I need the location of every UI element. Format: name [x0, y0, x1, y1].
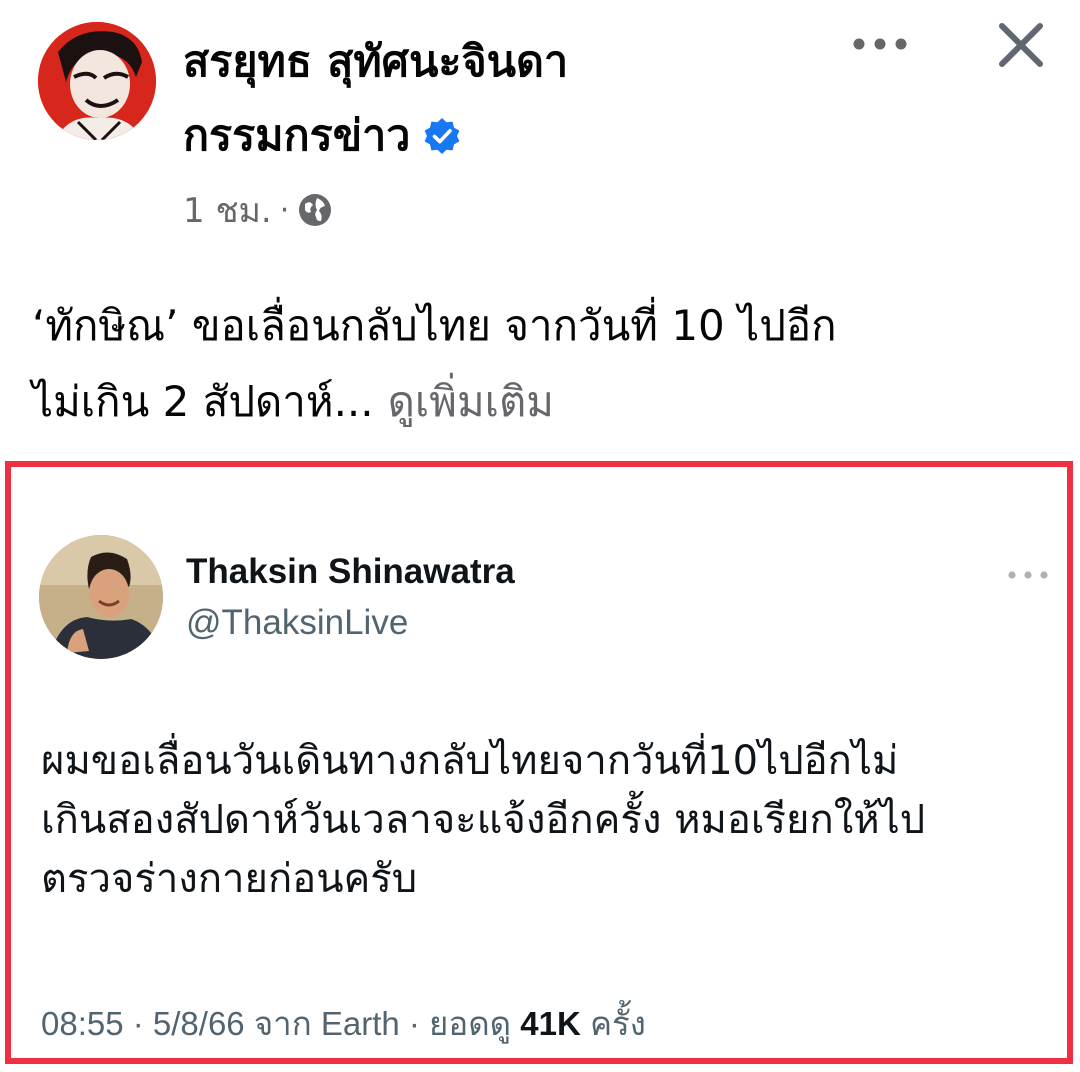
more-horizontal-icon — [853, 38, 907, 50]
tweet-avatar — [39, 535, 163, 659]
tweet-avatar-image — [39, 535, 163, 659]
tweet-footer: 08:55 · 5/8/66 จาก Earth · ยอดดู 41K ครั… — [41, 997, 646, 1050]
post-meta: 1 ชม. · — [183, 186, 333, 234]
close-icon — [999, 23, 1043, 67]
post-text-line: ไม่เกิน 2 สัปดาห์... ดูเพิ่มเติม — [32, 364, 1042, 440]
tweet-author-handle: @ThaksinLive — [186, 603, 409, 642]
tweet-text-line: ผมขอเลื่อนวันเดินทางกลับไทยจากวันที่10ไป… — [41, 738, 899, 784]
post-text-line: ‘ทักษิณ’ ขอเลื่อนกลับไทย จากวันที่ 10 ไป… — [32, 301, 837, 350]
see-more-link[interactable]: ดูเพิ่มเติม — [388, 377, 554, 426]
tweet-author-name: Thaksin Shinawatra — [186, 552, 515, 591]
tweet-text-line: ตรวจร่างกายก่อนครับ — [41, 856, 418, 902]
tweet-views-suffix: ครั้ง — [589, 1005, 646, 1042]
embedded-tweet-image[interactable]: Thaksin Shinawatra @ThaksinLive ผมขอเลื่… — [5, 461, 1073, 1064]
author-avatar-image — [38, 22, 156, 140]
meta-separator: · — [279, 192, 290, 228]
close-button[interactable] — [990, 14, 1052, 76]
verified-badge-icon — [422, 116, 462, 156]
author-avatar[interactable] — [38, 22, 156, 140]
globe-icon[interactable] — [297, 192, 333, 228]
author-subtitle-row: กรรมกรข่าว — [183, 108, 462, 164]
tweet-timestamp-source: 08:55 · 5/8/66 จาก Earth · ยอดดู — [41, 1005, 512, 1042]
author-page-name[interactable]: กรรมกรข่าว — [183, 108, 410, 164]
tweet-text-line: เกินสองสัปดาห์วันเวลาจะแจ้งอีกครั้ง หมอเ… — [41, 797, 926, 843]
tweet-text: ผมขอเลื่อนวันเดินทางกลับไทยจากวันที่10ไป… — [41, 732, 1051, 909]
tweet-more-icon-wrap — [1006, 563, 1050, 587]
post-text: ‘ทักษิณ’ ขอเลื่อนกลับไทย จากวันที่ 10 ไป… — [32, 288, 1042, 440]
author-name[interactable]: สรยุทธ สุทัศนะจินดา — [183, 34, 568, 90]
tweet-view-count: 41K — [520, 1005, 581, 1042]
more-horizontal-icon — [1008, 571, 1048, 579]
post-more-button[interactable] — [850, 24, 910, 64]
post-timestamp[interactable]: 1 ชม. — [183, 183, 272, 237]
post-text-line-content: ไม่เกิน 2 สัปดาห์... — [32, 377, 374, 426]
